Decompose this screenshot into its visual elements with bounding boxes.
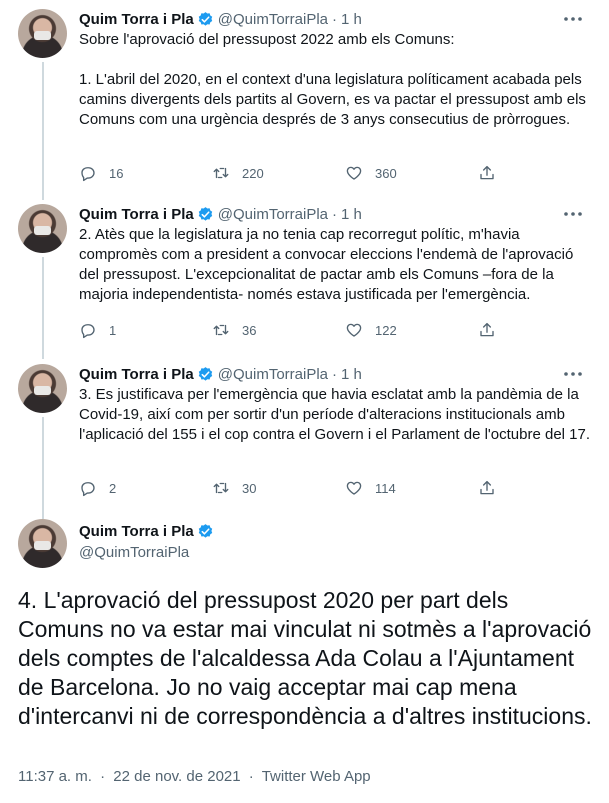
reply-button[interactable]: 1 <box>79 321 212 339</box>
retweet-button[interactable]: 220 <box>212 164 345 182</box>
retweet-count: 30 <box>242 480 257 496</box>
share-icon <box>480 480 494 495</box>
share-icon <box>480 322 494 337</box>
retweet-button[interactable]: 30 <box>212 479 345 497</box>
reply-icon <box>81 167 95 182</box>
like-icon <box>346 166 362 180</box>
share-button[interactable] <box>478 164 508 182</box>
dot-separator: · <box>248 768 254 785</box>
retweet-button[interactable]: 36 <box>212 321 345 339</box>
like-count: 122 <box>375 322 397 338</box>
share-button[interactable] <box>478 479 508 497</box>
like-button[interactable]: 122 <box>345 321 478 339</box>
more-icon[interactable] <box>561 202 585 226</box>
author-handle[interactable]: @QuimTorraiPla <box>79 544 218 561</box>
tweet-text: 3. Es justificava per l'emergència que h… <box>79 386 591 443</box>
share-button[interactable] <box>478 321 508 339</box>
avatar[interactable] <box>18 364 67 413</box>
tweet-actions: 2 30 114 <box>79 477 509 499</box>
tweet-1[interactable]: Quim Torra i Pla @QuimTorraiPla · 1 h So… <box>0 0 609 200</box>
dot-separator: · <box>332 10 338 28</box>
tweet-time[interactable]: 1 h <box>341 206 362 223</box>
tweet-text: Sobre l'aprovació del pressupost 2022 am… <box>79 31 586 128</box>
author-handle[interactable]: @QuimTorraiPla <box>218 366 328 383</box>
main-tweet-time[interactable]: 11:37 a. m. <box>18 768 92 785</box>
like-button[interactable]: 360 <box>345 164 478 182</box>
retweet-count: 36 <box>242 322 257 338</box>
author-handle[interactable]: @QuimTorraiPla <box>218 206 328 223</box>
main-tweet-text: 4. L'aprovació del pressupost 2020 per p… <box>18 587 592 729</box>
verified-icon <box>198 366 212 381</box>
verified-icon <box>198 523 212 538</box>
dot-separator: · <box>332 205 338 223</box>
dot-separator: · <box>100 768 106 785</box>
like-icon <box>346 481 362 495</box>
tweet-3[interactable]: Quim Torra i Pla @QuimTorraiPla · 1 h 3.… <box>0 355 609 519</box>
verified-icon <box>198 206 212 221</box>
like-count: 114 <box>375 480 396 496</box>
author-name[interactable]: Quim Torra i Pla <box>79 523 194 540</box>
retweet-count: 220 <box>242 165 264 181</box>
reply-count: 16 <box>109 165 124 181</box>
like-icon <box>346 323 362 337</box>
thread-line <box>42 62 44 200</box>
more-icon[interactable] <box>561 7 585 31</box>
main-tweet-date[interactable]: 22 de nov. de 2021 <box>113 768 240 785</box>
avatar[interactable] <box>18 9 67 58</box>
author-name[interactable]: Quim Torra i Pla <box>79 366 194 383</box>
main-tweet-header: Quim Torra i Pla @QuimTorraiPla <box>79 521 218 561</box>
tweet-actions: 1 36 122 <box>79 319 509 341</box>
tweet-text: 2. Atès que la legislatura ja no tenia c… <box>79 226 574 303</box>
thread-line <box>42 257 44 359</box>
author-handle[interactable]: @QuimTorraiPla <box>218 11 328 28</box>
reply-count: 1 <box>109 322 117 338</box>
author-name[interactable]: Quim Torra i Pla <box>79 11 194 28</box>
thread-line <box>42 417 44 519</box>
author-name[interactable]: Quim Torra i Pla <box>79 206 194 223</box>
more-icon[interactable] <box>561 362 585 386</box>
verified-icon <box>198 11 212 26</box>
like-button[interactable]: 114 <box>345 479 478 497</box>
main-tweet-meta: 11:37 a. m. · 22 de nov. de 2021 · Twitt… <box>18 768 371 785</box>
dot-separator: · <box>332 365 338 383</box>
tweet-header: Quim Torra i Pla @QuimTorraiPla · 1 h <box>79 9 595 29</box>
tweet-time[interactable]: 1 h <box>341 11 362 28</box>
main-tweet-source[interactable]: Twitter Web App <box>262 768 371 785</box>
tweet-actions: 16 220 360 <box>79 162 509 184</box>
retweet-icon <box>213 167 229 179</box>
retweet-icon <box>213 324 229 336</box>
tweet-thread: Quim Torra i Pla @QuimTorraiPla · 1 h So… <box>0 0 609 803</box>
tweet-header: Quim Torra i Pla @QuimTorraiPla · 1 h <box>79 204 595 224</box>
reply-button[interactable]: 16 <box>79 164 212 182</box>
avatar[interactable] <box>18 204 67 253</box>
reply-count: 2 <box>109 480 117 496</box>
retweet-icon <box>213 482 229 494</box>
tweet-header: Quim Torra i Pla @QuimTorraiPla · 1 h <box>79 364 595 384</box>
share-icon <box>480 165 494 180</box>
reply-button[interactable]: 2 <box>79 479 212 497</box>
avatar[interactable] <box>18 519 67 568</box>
tweet-2[interactable]: Quim Torra i Pla @QuimTorraiPla · 1 h 2.… <box>0 195 609 359</box>
reply-icon <box>81 482 95 497</box>
reply-icon <box>81 324 95 339</box>
tweet-time[interactable]: 1 h <box>341 366 362 383</box>
like-count: 360 <box>375 165 397 181</box>
